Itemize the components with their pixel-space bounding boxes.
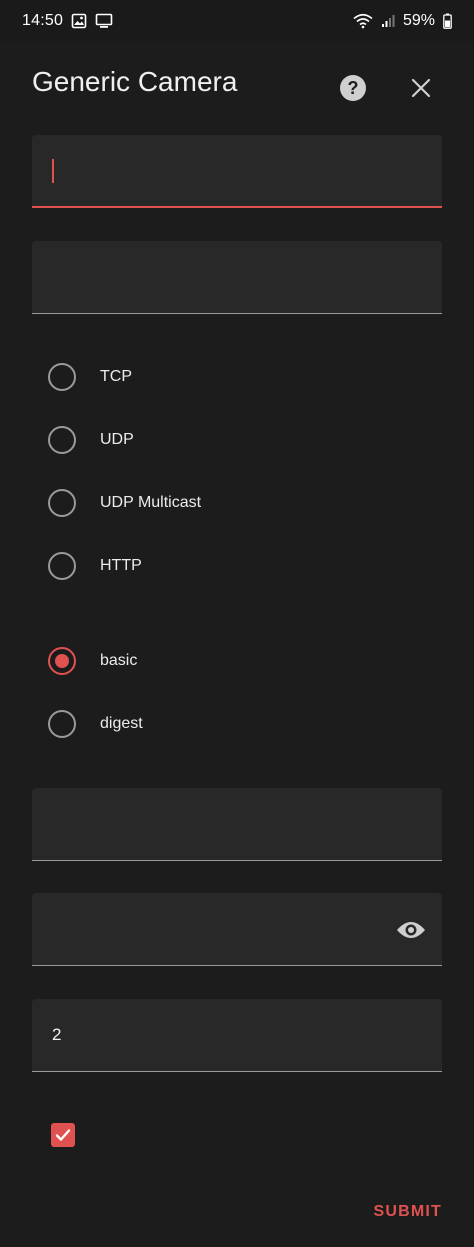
wifi-icon bbox=[353, 13, 373, 29]
radio-button-selected[interactable] bbox=[48, 647, 76, 675]
radio-label: TCP bbox=[100, 368, 132, 385]
gallery-icon bbox=[71, 13, 87, 29]
radio-label: UDP Multicast bbox=[100, 494, 202, 511]
help-button[interactable]: ? bbox=[338, 73, 368, 103]
screen-cast-icon bbox=[95, 13, 113, 29]
radio-button[interactable] bbox=[48, 552, 76, 580]
password-field[interactable] bbox=[32, 893, 442, 966]
help-circle-icon: ? bbox=[340, 75, 366, 101]
radio-label: basic bbox=[100, 652, 138, 669]
text-field-3[interactable] bbox=[32, 788, 442, 861]
eye-icon bbox=[397, 922, 425, 938]
radio-button[interactable] bbox=[48, 426, 76, 454]
close-button[interactable] bbox=[406, 73, 436, 103]
radio-dot bbox=[55, 654, 69, 668]
status-time: 14:50 bbox=[22, 12, 64, 29]
radio-option-tcp[interactable]: TCP bbox=[48, 355, 442, 399]
status-bar: 14:50 59% bbox=[0, 0, 474, 42]
show-password-button[interactable] bbox=[396, 915, 426, 945]
checkbox[interactable] bbox=[51, 1123, 75, 1147]
status-right: 59% bbox=[353, 12, 452, 30]
radio-option-udp[interactable]: UDP bbox=[48, 418, 442, 462]
number-field-value: 2 bbox=[52, 1025, 62, 1044]
battery-percent: 59% bbox=[402, 12, 435, 29]
text-field-1[interactable] bbox=[32, 135, 442, 208]
radio-option-digest[interactable]: digest bbox=[48, 702, 442, 746]
radio-label: UDP bbox=[100, 431, 134, 448]
radio-option-http[interactable]: HTTP bbox=[48, 544, 442, 588]
radio-option-basic[interactable]: basic bbox=[48, 639, 442, 683]
battery-icon bbox=[443, 13, 452, 29]
submit-button[interactable]: SUBMIT bbox=[373, 1203, 442, 1221]
radio-button[interactable] bbox=[48, 489, 76, 517]
text-cursor bbox=[52, 159, 54, 183]
svg-text:?: ? bbox=[348, 78, 359, 98]
text-field-2[interactable] bbox=[32, 241, 442, 314]
signal-icon bbox=[381, 14, 395, 28]
close-icon bbox=[411, 78, 431, 98]
checkmark-icon bbox=[55, 1129, 71, 1141]
radio-label: HTTP bbox=[100, 557, 142, 574]
radio-option-udp-multicast[interactable]: UDP Multicast bbox=[48, 481, 442, 525]
status-left: 14:50 bbox=[22, 12, 113, 30]
radio-label: digest bbox=[100, 715, 143, 732]
dialog-title: Generic Camera bbox=[32, 66, 238, 97]
radio-button[interactable] bbox=[48, 710, 76, 738]
number-field[interactable]: 2 bbox=[32, 999, 442, 1072]
config-dialog: 14:50 59% Generic Camera ? TCP UDP UDP M… bbox=[0, 0, 474, 1247]
radio-button[interactable] bbox=[48, 363, 76, 391]
